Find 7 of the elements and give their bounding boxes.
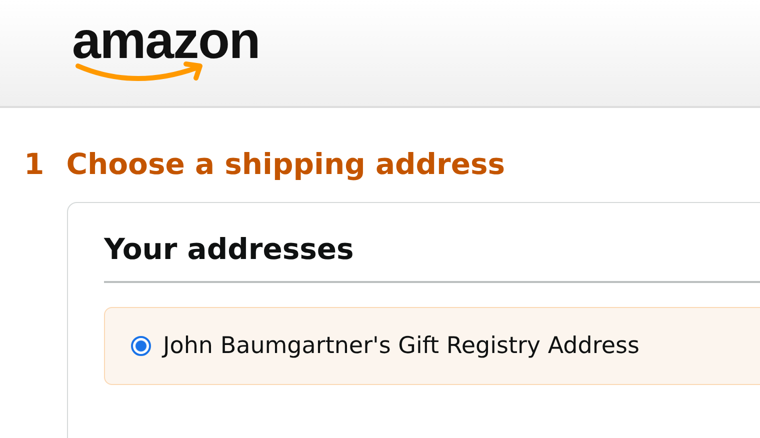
section-heading: Your addresses — [104, 231, 760, 283]
radio-button[interactable] — [131, 336, 151, 356]
address-option[interactable]: John Baumgartner's Gift Registry Address — [104, 307, 760, 385]
address-label: John Baumgartner's Gift Registry Address — [163, 333, 640, 359]
logo-wordmark[interactable]: amazon — [72, 14, 282, 68]
step-heading: Choose a shipping address — [66, 146, 506, 182]
step-number: 1 — [24, 146, 44, 182]
